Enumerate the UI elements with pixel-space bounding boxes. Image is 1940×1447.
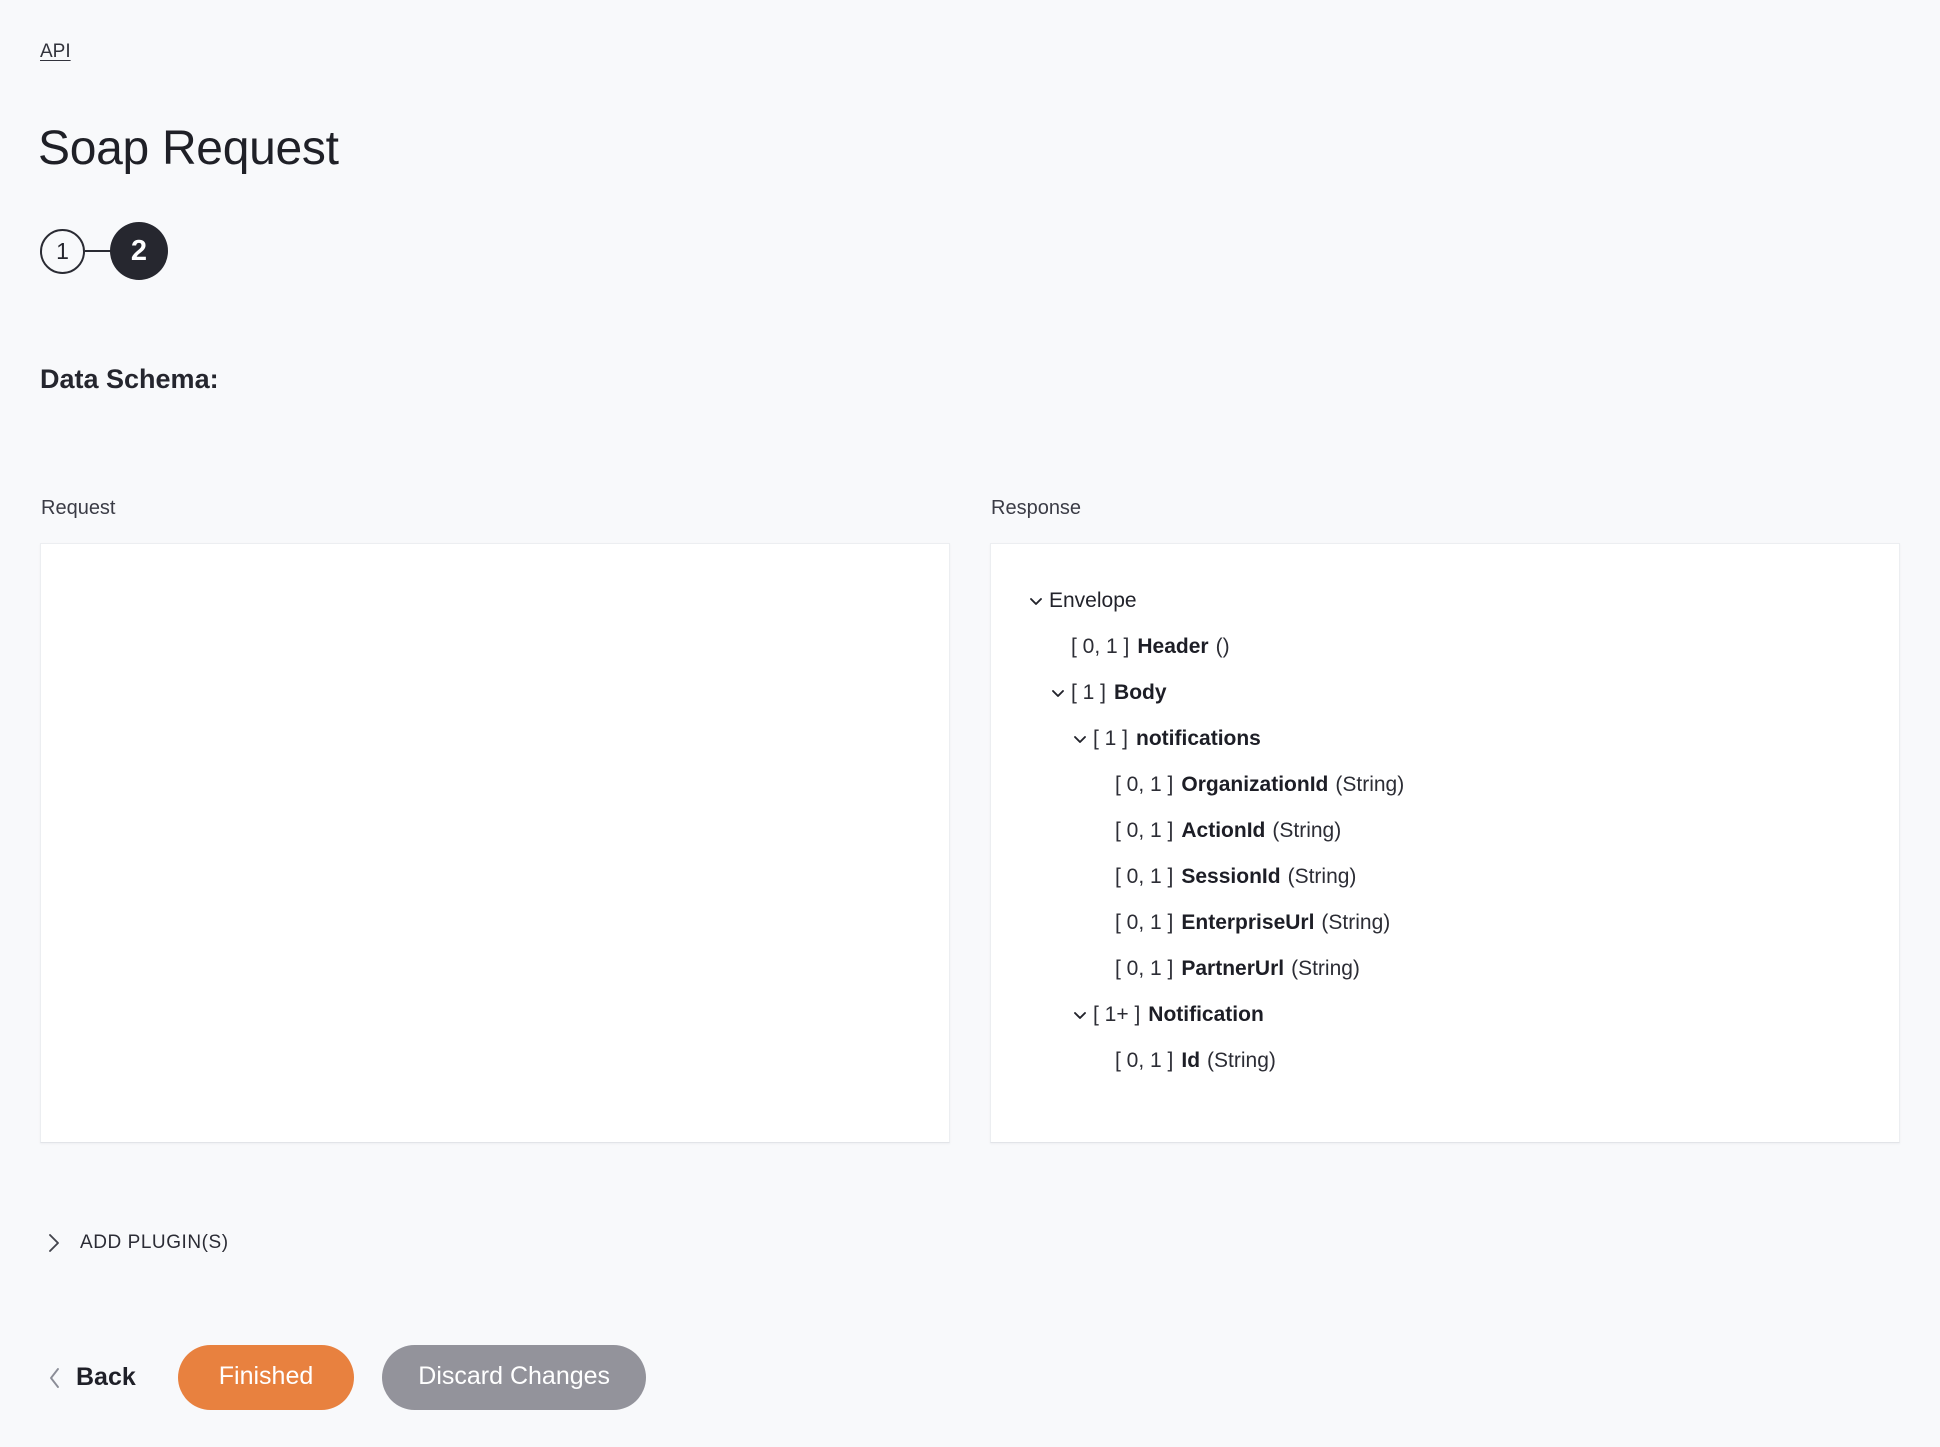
schema-tree-node[interactable]: Envelope bbox=[991, 578, 1899, 624]
node-cardinality: [ 0, 1 ] bbox=[1115, 865, 1174, 888]
back-button-label: Back bbox=[76, 1363, 136, 1391]
node-name: Id bbox=[1181, 1049, 1201, 1072]
finished-button[interactable]: Finished bbox=[177, 1345, 355, 1410]
node-cardinality: [ 0, 1 ] bbox=[1071, 635, 1130, 658]
node-name: EnterpriseUrl bbox=[1181, 911, 1315, 934]
stepper-step-1-label: 1 bbox=[56, 237, 69, 264]
discard-changes-button[interactable]: Discard Changes bbox=[382, 1345, 647, 1410]
node-cardinality: [ 1+ ] bbox=[1093, 1003, 1141, 1026]
stepper-step-1[interactable]: 1 bbox=[40, 228, 85, 274]
schema-tree-node[interactable]: [ 0, 1 ] EnterpriseUrl (String) bbox=[991, 900, 1899, 946]
node-type: (String) bbox=[1321, 911, 1391, 934]
response-column: Response Envelope [ 0, 1 ] Header () [ 1 ] Bo… bbox=[990, 495, 1900, 1143]
schema-tree-node[interactable]: [ 0, 1 ] SessionId (String) bbox=[991, 854, 1899, 900]
data-schema-heading: Data Schema: bbox=[40, 364, 219, 394]
request-panel-label: Request bbox=[41, 497, 116, 519]
stepper-step-2[interactable]: 2 bbox=[110, 222, 168, 280]
page-title: Soap Request bbox=[38, 122, 339, 175]
chevron-left-icon bbox=[48, 1367, 62, 1389]
footer-actions: Back Finished Discard Changes bbox=[48, 1345, 647, 1410]
chevron-right-icon bbox=[48, 1233, 61, 1253]
response-schema-tree: Envelope [ 0, 1 ] Header () [ 1 ] Body [ 1 ] no… bbox=[991, 578, 1899, 1084]
schema-tree-node[interactable]: [ 0, 1 ] ActionId (String) bbox=[991, 808, 1899, 854]
node-type: (String) bbox=[1287, 865, 1357, 888]
node-type: (String) bbox=[1207, 1049, 1276, 1072]
response-panel-label: Response bbox=[991, 497, 1082, 519]
schema-panels: Request Response Envelope [ 0, 1 ] Header (… bbox=[40, 495, 1900, 1143]
chevron-down-icon[interactable] bbox=[1067, 992, 1093, 1038]
node-type: (String) bbox=[1272, 819, 1342, 842]
breadcrumb-api-link[interactable]: API bbox=[40, 40, 71, 64]
node-cardinality: [ 0, 1 ] bbox=[1115, 911, 1174, 934]
stepper-step-2-label: 2 bbox=[130, 234, 148, 267]
request-column: Request bbox=[40, 495, 950, 1143]
node-name: Notification bbox=[1148, 1003, 1264, 1026]
node-label: Envelope bbox=[1049, 589, 1137, 612]
node-cardinality: [ 1 ] bbox=[1093, 727, 1129, 750]
node-name: PartnerUrl bbox=[1181, 957, 1285, 980]
request-schema-panel[interactable] bbox=[40, 543, 950, 1143]
node-cardinality: [ 0, 1 ] bbox=[1115, 1049, 1174, 1072]
node-name: ActionId bbox=[1181, 819, 1266, 842]
schema-tree-node[interactable]: [ 0, 1 ] Header () bbox=[991, 624, 1899, 670]
node-cardinality: [ 0, 1 ] bbox=[1115, 957, 1174, 980]
add-plugins-toggle[interactable]: ADD PLUGIN(S) bbox=[48, 1232, 229, 1254]
back-button[interactable]: Back bbox=[48, 1363, 136, 1392]
node-type: (String) bbox=[1291, 957, 1360, 980]
node-cardinality: [ 0, 1 ] bbox=[1115, 819, 1174, 842]
node-name: SessionId bbox=[1181, 865, 1281, 888]
schema-tree-node[interactable]: [ 1 ] notifications bbox=[991, 716, 1899, 762]
node-name: OrganizationId bbox=[1181, 773, 1329, 796]
node-type: () bbox=[1215, 635, 1230, 658]
response-schema-panel[interactable]: Envelope [ 0, 1 ] Header () [ 1 ] Body [ 1 ] no… bbox=[990, 543, 1900, 1143]
schema-tree-node[interactable]: [ 1+ ] Notification bbox=[991, 992, 1899, 1038]
schema-tree-node[interactable]: [ 0, 1 ] OrganizationId (String) bbox=[991, 762, 1899, 808]
node-name: Body bbox=[1114, 681, 1167, 704]
add-plugins-label: ADD PLUGIN(S) bbox=[80, 1232, 229, 1253]
stepper-connector bbox=[85, 250, 111, 252]
schema-tree-node[interactable]: [ 1 ] Body bbox=[991, 670, 1899, 716]
chevron-down-icon[interactable] bbox=[1023, 578, 1049, 624]
node-cardinality: [ 0, 1 ] bbox=[1115, 773, 1174, 796]
stepper: 1 2 bbox=[40, 222, 168, 280]
schema-tree-node[interactable]: [ 0, 1 ] PartnerUrl (String) bbox=[991, 946, 1899, 992]
node-cardinality: [ 1 ] bbox=[1071, 681, 1107, 704]
chevron-down-icon[interactable] bbox=[1067, 716, 1093, 762]
node-type: (String) bbox=[1335, 773, 1405, 796]
chevron-down-icon[interactable] bbox=[1045, 670, 1071, 716]
schema-tree-node[interactable]: [ 0, 1 ] Id (String) bbox=[991, 1038, 1899, 1084]
node-name: notifications bbox=[1136, 727, 1261, 750]
soap-request-page: API Soap Request 1 2 Data Schema: Reques… bbox=[0, 0, 1940, 1447]
node-name: Header bbox=[1137, 635, 1209, 658]
